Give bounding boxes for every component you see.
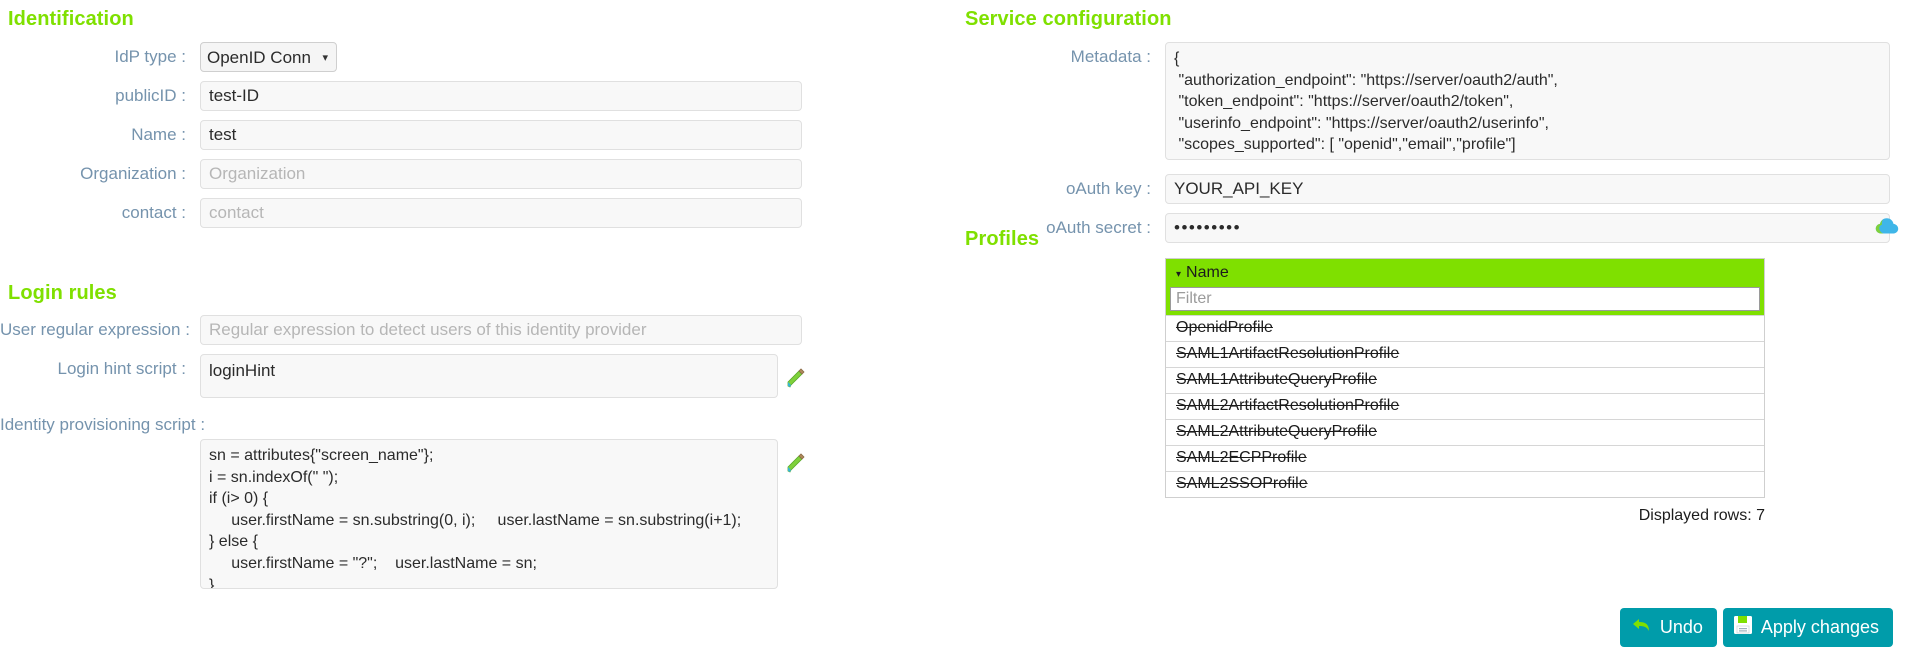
- undo-arrow-icon: [1630, 616, 1652, 639]
- login-hint-textarea[interactable]: loginHint: [200, 354, 778, 398]
- public-id-input[interactable]: [200, 81, 802, 111]
- service-configuration-section-title: Service configuration: [965, 8, 1172, 30]
- login-hint-label: Login hint script :: [57, 359, 186, 378]
- oauth-key-input[interactable]: [1165, 174, 1890, 204]
- sort-descending-icon: ▾: [1176, 269, 1182, 280]
- table-row[interactable]: OpenidProfile: [1166, 315, 1764, 341]
- table-row[interactable]: SAML2SSOProfile: [1166, 471, 1764, 497]
- idp-configuration-page: Identification IdP type : OpenID Connect…: [0, 0, 1905, 650]
- field-row-oauth-key: oAuth key :: [955, 174, 1905, 204]
- save-disk-icon: [1733, 615, 1753, 640]
- undo-button-label: Undo: [1659, 617, 1703, 637]
- field-row-metadata: Metadata : { "authorization_endpoint": "…: [955, 42, 1905, 160]
- idp-type-label: IdP type :: [114, 47, 186, 66]
- idp-type-select[interactable]: OpenID Connect: [200, 42, 337, 72]
- cloud-upload-icon[interactable]: [1875, 217, 1899, 240]
- name-label: Name :: [131, 125, 186, 144]
- field-row-idp-type: IdP type : OpenID Connect ▾: [0, 42, 940, 72]
- oauth-secret-input[interactable]: [1165, 213, 1890, 243]
- apply-changes-button[interactable]: Apply changes: [1722, 608, 1893, 647]
- identity-provisioning-textarea[interactable]: sn = attributes{"screen_name"}; i = sn.i…: [200, 439, 778, 589]
- table-row[interactable]: SAML2ECPProfile: [1166, 445, 1764, 471]
- identity-provisioning-label: Identity provisioning script :: [0, 415, 206, 434]
- field-row-oauth-secret: oAuth secret :: [955, 213, 1905, 243]
- edit-pencil-icon[interactable]: [785, 453, 807, 475]
- oauth-key-label: oAuth key :: [1065, 179, 1151, 198]
- public-id-label: publicID :: [115, 86, 186, 105]
- metadata-label: Metadata :: [1070, 47, 1151, 66]
- contact-input[interactable]: [200, 198, 802, 228]
- table-row[interactable]: SAML1AttributeQueryProfile: [1166, 367, 1764, 393]
- profiles-table-header[interactable]: ▾ Name: [1166, 259, 1764, 287]
- field-row-name: Name :: [0, 120, 940, 150]
- profiles-table-block: ▾ Name OpenidProfile SAML1ArtifactResolut…: [1165, 258, 1765, 525]
- metadata-textarea[interactable]: { "authorization_endpoint": "https://ser…: [1165, 42, 1890, 160]
- identity-provisioning-block: Identity provisioning script : sn = attr…: [0, 415, 940, 589]
- edit-pencil-icon[interactable]: [785, 368, 807, 390]
- field-row-contact: contact :: [0, 198, 940, 228]
- profiles-column-header-name: Name: [1186, 264, 1229, 281]
- name-input[interactable]: [200, 120, 802, 150]
- profiles-filter-row: [1166, 287, 1764, 315]
- table-row[interactable]: SAML1ArtifactResolutionProfile: [1166, 341, 1764, 367]
- field-row-organization: Organization :: [0, 159, 940, 189]
- idp-type-select-wrap[interactable]: OpenID Connect ▾: [200, 42, 337, 72]
- table-row[interactable]: SAML2ArtifactResolutionProfile: [1166, 393, 1764, 419]
- organization-label: Organization :: [80, 164, 186, 183]
- service-configuration-fields: Metadata : { "authorization_endpoint": "…: [955, 42, 1905, 252]
- contact-label: contact :: [121, 203, 186, 222]
- field-row-user-regex: User regular expression :: [0, 315, 940, 345]
- login-rules-fields: User regular expression : Login hint scr…: [0, 315, 940, 589]
- user-regex-input[interactable]: [200, 315, 802, 345]
- organization-input[interactable]: [200, 159, 802, 189]
- table-row[interactable]: SAML2AttributeQueryProfile: [1166, 419, 1764, 445]
- field-row-login-hint: Login hint script : loginHint: [0, 354, 940, 398]
- profiles-table: ▾ Name OpenidProfile SAML1ArtifactResolut…: [1165, 258, 1765, 498]
- field-row-public-id: publicID :: [0, 81, 940, 111]
- displayed-rows-count: Displayed rows: 7: [1638, 507, 1765, 524]
- footer-action-buttons: Undo Apply changes: [1619, 608, 1893, 647]
- undo-button[interactable]: Undo: [1619, 608, 1717, 647]
- apply-changes-button-label: Apply changes: [1760, 617, 1879, 637]
- user-regex-label: User regular expression :: [0, 320, 190, 339]
- identification-fields: IdP type : OpenID Connect ▾ publicID : N…: [0, 42, 940, 237]
- identification-section-title: Identification: [8, 8, 134, 30]
- profiles-filter-input[interactable]: [1170, 287, 1760, 311]
- login-rules-section-title: Login rules: [8, 282, 117, 304]
- profiles-section-title: Profiles: [965, 228, 1040, 250]
